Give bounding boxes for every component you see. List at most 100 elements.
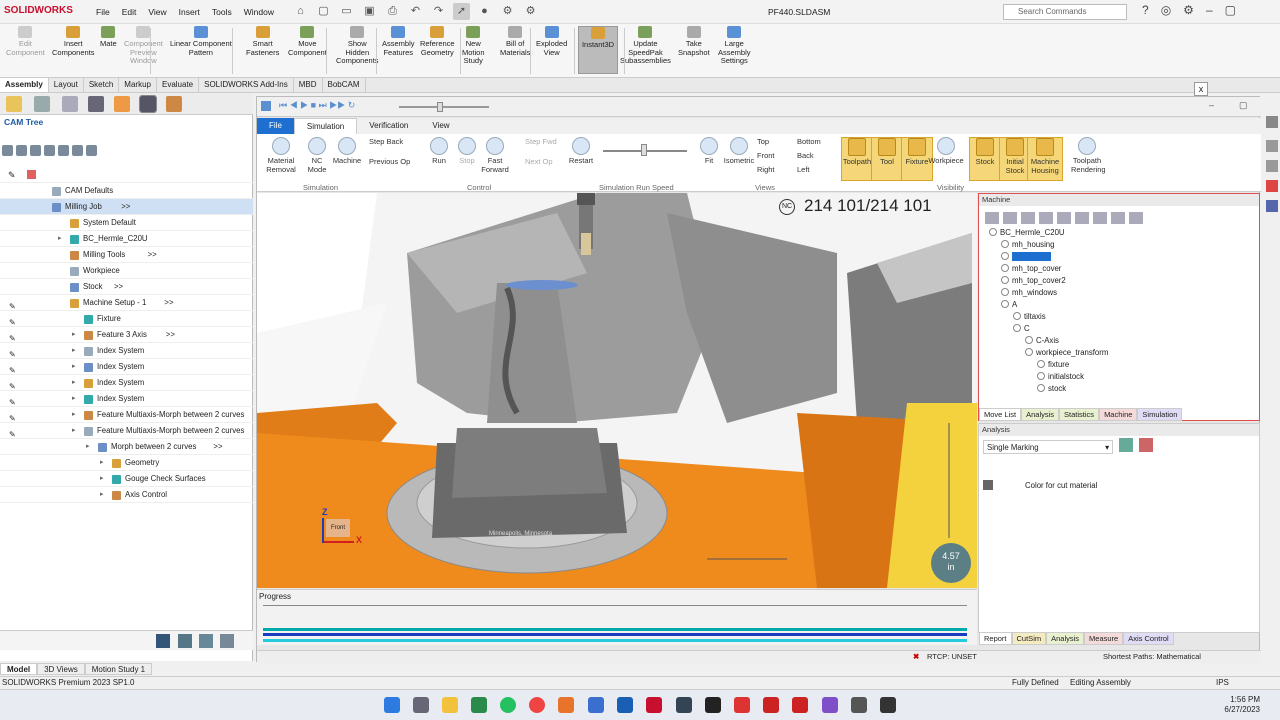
tool-icon-1[interactable] — [2, 145, 13, 156]
cam-tree-row[interactable]: Stock >> — [0, 279, 253, 295]
menu-edit[interactable]: Edit — [122, 7, 137, 17]
sim-tab-verification[interactable]: Verification — [357, 118, 420, 134]
machine-tree-row[interactable]: BC_Hermle_C20U — [989, 228, 1065, 237]
menu-window[interactable]: Window — [244, 7, 274, 17]
settings-icon[interactable]: ⚙ — [1183, 3, 1194, 17]
task-pane-icon-3[interactable] — [1266, 160, 1278, 172]
3d-viewport[interactable]: NC 214 101/214 101 4.57 in Z X Front Min… — [257, 193, 977, 588]
tab-motion-study-1[interactable]: Motion Study 1 — [84, 663, 153, 675]
expand-icon[interactable]: ▸ — [100, 487, 104, 503]
sim-tab-view[interactable]: View — [420, 118, 461, 134]
cam-tree-row[interactable]: ▸ Morph between 2 curves >> — [0, 439, 253, 455]
expand-icon[interactable]: ▸ — [100, 455, 104, 471]
visibility-toolpath-button[interactable]: Toolpath — [841, 137, 873, 181]
tab-layout[interactable]: Layout — [49, 78, 84, 92]
chrome-icon[interactable] — [529, 697, 545, 713]
tab-assembly[interactable]: Assembly — [0, 78, 49, 92]
expand-icon[interactable]: ▸ — [72, 343, 76, 359]
tab-evaluate[interactable]: Evaluate — [157, 78, 200, 92]
cam-tree-row[interactable]: ✎ Machine Setup - 1 >> — [0, 295, 253, 311]
app-logo[interactable]: SOLIDWORKS — [4, 5, 73, 16]
top-view-button[interactable]: Top — [757, 137, 769, 147]
tool-icon-7[interactable] — [86, 145, 97, 156]
tree-node-expand-arrow[interactable]: >> — [166, 327, 175, 343]
machine-tool-9-icon[interactable] — [1129, 212, 1143, 224]
pencil-icon[interactable]: ✎ — [8, 170, 16, 181]
analysis-tab-axis-control[interactable]: Axis Control — [1123, 632, 1174, 645]
material-removal-button[interactable]: Material Removal — [265, 137, 297, 181]
app-icon-6[interactable] — [792, 697, 808, 713]
footer-icon-4[interactable] — [220, 634, 234, 648]
cam-operations-icon[interactable] — [166, 96, 182, 112]
footer-icon-2[interactable] — [178, 634, 192, 648]
ribbon-reference-geometry-button[interactable]: Reference Geometry — [420, 26, 455, 57]
machine-tree-row[interactable]: CNC_Base — [1001, 252, 1051, 261]
machine-tree-row[interactable]: mh_housing — [1001, 240, 1054, 249]
step-fwd-button[interactable]: Step Fwd — [525, 137, 557, 147]
analysis-tab-measure[interactable]: Measure — [1084, 632, 1124, 645]
rewind-icon[interactable]: ⏮ ◀ ▶ ■ ⏭ ▶▶ ↻ — [279, 100, 355, 111]
machine-tool-1-icon[interactable] — [985, 212, 999, 224]
analysis-tool-icon[interactable] — [1119, 438, 1133, 452]
tool-icon-4[interactable] — [44, 145, 55, 156]
window-maximize-icon[interactable]: ▢ — [1239, 100, 1248, 111]
new-document-icon[interactable]: ▢ — [315, 3, 332, 20]
view-cube[interactable]: Front — [326, 519, 350, 537]
tab-model[interactable]: Model — [0, 663, 38, 675]
back-view-button[interactable]: Back — [797, 151, 814, 161]
solidworks-icon[interactable] — [646, 697, 662, 713]
tab-solidworks-add-ins[interactable]: SOLIDWORKS Add-Ins — [199, 78, 294, 92]
marking-mode-select[interactable]: Single Marking ▾ — [983, 440, 1113, 454]
expand-icon[interactable]: ▸ — [72, 359, 76, 375]
fit-view-button[interactable]: Fit — [693, 137, 725, 181]
sim-tab-file[interactable]: File — [257, 118, 294, 134]
property-manager-icon[interactable] — [34, 96, 50, 112]
cam-tree-row[interactable]: ▸ BC_Hermle_C20U — [0, 231, 253, 247]
tree-node-expand-arrow[interactable]: >> — [121, 199, 130, 215]
redo-icon[interactable]: ↷ — [430, 3, 447, 20]
ribbon-bill-of-materials-button[interactable]: Bill of Materials — [500, 26, 530, 57]
machine-tab-analysis[interactable]: Analysis — [1021, 408, 1060, 421]
visibility-workpiece-button[interactable]: Workpiece — [927, 137, 965, 181]
save-icon[interactable]: ▣ — [361, 3, 378, 20]
sim-tab-simulation[interactable]: Simulation — [293, 118, 358, 134]
menu-file[interactable]: File — [96, 7, 110, 17]
machine-tab-machine[interactable]: Machine — [1099, 408, 1138, 421]
next-op-button[interactable]: Next Op — [525, 157, 553, 167]
cam-tree-row[interactable]: CAM Defaults — [0, 183, 253, 199]
right-view-button[interactable]: Right — [757, 165, 775, 175]
machine-button[interactable]: Machine — [331, 137, 363, 181]
fast-forward-button[interactable]: Fast Forward — [479, 137, 511, 181]
ribbon-smart-fasteners-button[interactable]: Smart Fasteners — [246, 26, 279, 57]
tree-node-expand-arrow[interactable]: >> — [213, 439, 222, 455]
visual-studio-icon[interactable] — [822, 697, 838, 713]
options-icon[interactable]: ⚙ — [522, 3, 539, 20]
app-icon-5[interactable] — [763, 697, 779, 713]
tab-sketch[interactable]: Sketch — [84, 78, 120, 92]
expand-icon[interactable]: ▸ — [72, 391, 76, 407]
expand-icon[interactable]: ▸ — [72, 423, 76, 439]
tool-icon-3[interactable] — [30, 145, 41, 156]
machine-tree-row[interactable]: mh_top_cover — [1001, 264, 1061, 273]
machine-tree-row[interactable]: mh_top_cover2 — [1001, 276, 1066, 285]
isometric-view-button[interactable]: Isometric — [723, 137, 755, 181]
cam-tree-row[interactable]: System Default — [0, 215, 253, 231]
analysis-tab-cutsim[interactable]: CutSim — [1011, 632, 1047, 645]
footer-icon-3[interactable] — [199, 634, 213, 648]
task-pane-icon-2[interactable] — [1266, 140, 1278, 152]
file-explorer-icon[interactable] — [442, 697, 458, 713]
step-back-button[interactable]: Step Back — [369, 137, 403, 147]
print-icon[interactable]: ⎙ — [384, 3, 401, 20]
tool-icon-2[interactable] — [16, 145, 27, 156]
ribbon-new-motion-study-button[interactable]: New Motion Study — [462, 26, 485, 66]
ribbon-linear-component-pattern-button[interactable]: Linear Component Pattern — [170, 26, 232, 57]
machine-tool-6-icon[interactable] — [1075, 212, 1089, 224]
machine-tool-2-icon[interactable] — [1003, 212, 1017, 224]
ribbon-take-snapshot-button[interactable]: Take Snapshot — [678, 26, 710, 57]
task-view-icon[interactable] — [413, 697, 429, 713]
ribbon-insert-components-button[interactable]: Insert Components — [52, 26, 95, 57]
cam-tree-row[interactable]: ✎ ▸ Feature 3 Axis >> — [0, 327, 253, 343]
minimize-icon[interactable]: – — [1206, 3, 1213, 17]
cam-tree-row[interactable]: ✎ Fixture — [0, 311, 253, 327]
left-view-button[interactable]: Left — [797, 165, 810, 175]
